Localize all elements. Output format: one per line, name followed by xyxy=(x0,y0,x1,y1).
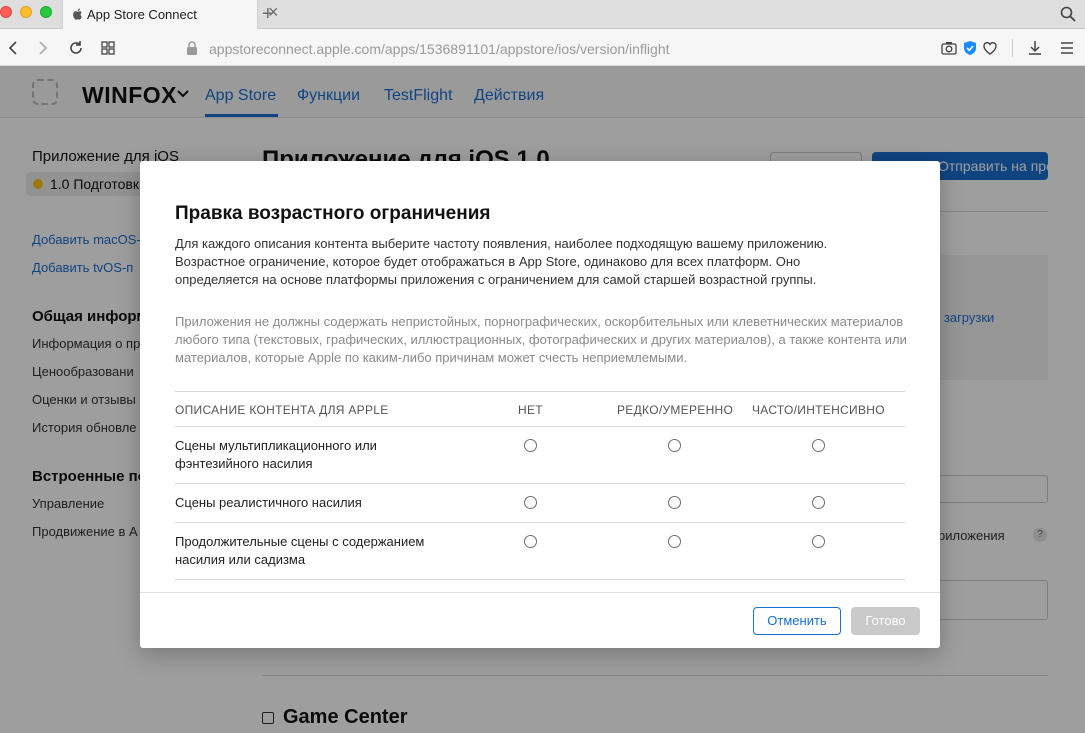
browser-toolbar: appstoreconnect.apple.com/apps/153689110… xyxy=(0,29,1085,66)
rating-table: ОПИСАНИЕ КОНТЕНТА ДЛЯ APPLE НЕТ РЕДКО/УМ… xyxy=(175,391,905,580)
table-row: Сцены реалистичного насилия xyxy=(175,484,905,523)
radio-infrequent[interactable] xyxy=(668,439,681,452)
forward-icon[interactable] xyxy=(32,38,52,58)
table-header: ОПИСАНИЕ КОНТЕНТА ДЛЯ APPLE НЕТ РЕДКО/УМ… xyxy=(175,391,905,427)
browser-tab-bar: App Store Connect × + xyxy=(0,0,1085,29)
radio-none[interactable] xyxy=(524,439,537,452)
tab-grid-icon[interactable] xyxy=(98,38,118,58)
apple-icon xyxy=(73,8,82,20)
tab-title: App Store Connect xyxy=(87,7,197,22)
radio-infrequent[interactable] xyxy=(668,496,681,509)
new-tab-icon[interactable]: + xyxy=(262,3,274,26)
back-icon[interactable] xyxy=(4,38,24,58)
lock-icon xyxy=(187,41,197,55)
col-frequent-header: ЧАСТО/ИНТЕНСИВНО xyxy=(752,403,885,417)
cancel-button[interactable]: Отменить xyxy=(753,607,841,635)
col-description-header: ОПИСАНИЕ КОНТЕНТА ДЛЯ APPLE xyxy=(175,403,389,417)
toolbar-divider xyxy=(1012,39,1013,57)
zoom-window-button[interactable] xyxy=(40,6,52,18)
row-label: Сцены мультипликационного или фэнтезийно… xyxy=(175,438,377,471)
browser-tab[interactable]: App Store Connect × xyxy=(62,0,279,29)
dialog-note: Приложения не должны содержать непристой… xyxy=(175,314,907,365)
dialog-title: Правка возрастного ограничения xyxy=(175,203,491,224)
radio-infrequent[interactable] xyxy=(668,535,681,548)
radio-frequent[interactable] xyxy=(812,496,825,509)
dialog-footer-divider xyxy=(140,592,940,593)
table-row: Сцены мультипликационного или фэнтезийно… xyxy=(175,427,905,484)
menu-icon[interactable] xyxy=(1057,38,1077,58)
search-icon[interactable] xyxy=(1060,6,1076,22)
col-infrequent-header: РЕДКО/УМЕРЕННО xyxy=(617,403,734,417)
address-bar[interactable]: appstoreconnect.apple.com/apps/153689110… xyxy=(209,41,670,57)
camera-icon[interactable] xyxy=(939,38,959,58)
heart-icon[interactable] xyxy=(980,38,1000,58)
age-rating-dialog: Правка возрастного ограничения Для каждо… xyxy=(140,161,940,648)
dialog-description: Для каждого описания контента выберите ч… xyxy=(175,236,828,287)
row-label: Продолжительные сцены с содержанием наси… xyxy=(175,534,425,567)
done-button[interactable]: Готово xyxy=(851,607,920,635)
shield-check-icon[interactable] xyxy=(960,38,980,58)
row-label: Сцены реалистичного насилия xyxy=(175,495,362,510)
radio-none[interactable] xyxy=(524,535,537,548)
minimize-window-button[interactable] xyxy=(20,6,32,18)
radio-frequent[interactable] xyxy=(812,535,825,548)
download-icon[interactable] xyxy=(1025,38,1045,58)
radio-frequent[interactable] xyxy=(812,439,825,452)
col-none-header: НЕТ xyxy=(518,403,543,417)
radio-none[interactable] xyxy=(524,496,537,509)
close-window-button[interactable] xyxy=(0,6,12,18)
table-row: Продолжительные сцены с содержанием наси… xyxy=(175,523,905,580)
reload-icon[interactable] xyxy=(66,38,86,58)
